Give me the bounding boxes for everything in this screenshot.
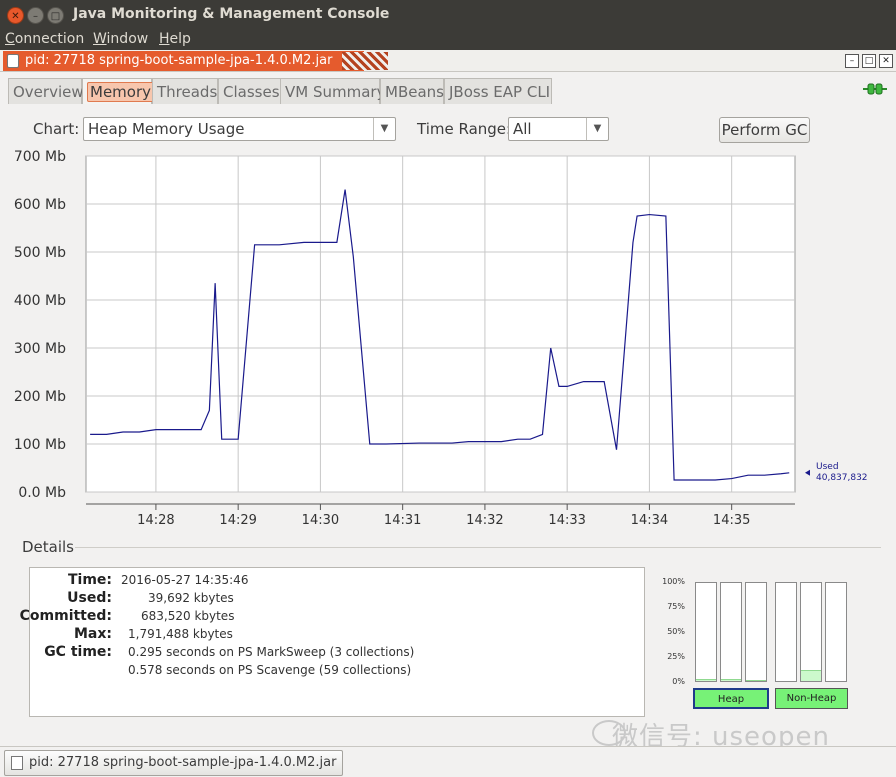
menu-connection[interactable]: Connection [5, 31, 84, 47]
nonheap-pool-bar-1[interactable] [775, 582, 797, 682]
x-tick-label: 14:35 [713, 513, 750, 528]
tab-memory[interactable]: Memory [82, 78, 155, 104]
x-tick-label: 14:34 [631, 513, 668, 528]
details-panel: Time: 2016-05-27 14:35:46 Used: 39,692 k… [20, 567, 645, 717]
x-tick-label: 14:30 [302, 513, 339, 528]
connection-frame-titlebar: pid: 27718 spring-boot-sample-jpa-1.4.0.… [0, 50, 896, 72]
time-range-select[interactable]: All ▼ [508, 117, 609, 141]
x-tick-label: 14:32 [466, 513, 503, 528]
tab-overview[interactable]: Overview [8, 78, 84, 104]
time-range-value: All [513, 120, 532, 138]
legend-series-value: 40,837,832 [816, 473, 868, 483]
pool-fill [801, 670, 821, 681]
chart-select[interactable]: Heap Memory Usage ▼ [83, 117, 396, 141]
menu-bar: Connection Window Help [0, 30, 896, 50]
series-marker [805, 469, 810, 476]
pct-label: 50% [667, 627, 685, 636]
detail-row-committed: Committed: 683,520 kbytes [20, 608, 640, 626]
frame-minimize-button[interactable]: – [845, 54, 859, 68]
detail-label: Committed: [19, 608, 112, 624]
frame-maximize-button[interactable]: □ [862, 54, 876, 68]
y-tick-label: 100 Mb [14, 437, 66, 453]
tab-mbeans[interactable]: MBeans [380, 78, 444, 104]
connection-frame-title: pid: 27718 spring-boot-sample-jpa-1.4.0.… [3, 51, 365, 71]
details-divider [75, 547, 881, 548]
time-range-label: Time Range: [417, 120, 512, 138]
chevron-down-icon: ▼ [586, 118, 608, 140]
perform-gc-button[interactable]: Perform GC [719, 117, 810, 143]
java-file-icon [7, 54, 19, 68]
heap-pool-bar-survivor[interactable] [720, 582, 742, 682]
detail-row-max: Max: 1,791,488 kbytes [30, 626, 640, 644]
detail-value: 683,520 kbytes [141, 609, 235, 623]
nonheap-pool-bar-2[interactable] [800, 582, 822, 682]
tab-vm-summary[interactable]: VM Summary [280, 78, 385, 104]
status-bar: pid: 27718 spring-boot-sample-jpa-1.4.0.… [0, 746, 896, 777]
menu-window[interactable]: Window [93, 31, 148, 47]
detail-value: 39,692 kbytes [148, 591, 234, 605]
chevron-down-icon: ▼ [373, 118, 395, 140]
tab-classes[interactable]: Classes [218, 78, 286, 104]
x-tick-label: 14:31 [384, 513, 421, 528]
pct-label: 100% [662, 577, 685, 586]
frame-close-button[interactable]: ✕ [879, 54, 893, 68]
tab-jboss-eap-cli[interactable]: JBoss EAP CLI [444, 78, 552, 104]
y-tick-label: 500 Mb [14, 245, 66, 261]
window-titlebar: ✕ – □ Java Monitoring & Management Conso… [0, 0, 896, 30]
tab-memory-label: Memory [87, 82, 155, 102]
pct-label: 25% [667, 652, 685, 661]
detail-row-gc-time: GC time: 0.295 seconds on PS MarkSweep (… [30, 644, 640, 662]
heap-pool-bar-old-gen[interactable] [745, 582, 767, 682]
detail-row-used: Used: 39,692 kbytes [30, 590, 640, 608]
detail-row-time: Time: 2016-05-27 14:35:46 [30, 572, 640, 590]
x-tick-label: 14:29 [219, 513, 256, 528]
detail-label: Used: [67, 590, 112, 606]
pool-fill [746, 680, 766, 681]
nonheap-pool-bar-3[interactable] [825, 582, 847, 682]
maximize-window-button[interactable]: □ [47, 7, 64, 24]
detail-value: 1,791,488 kbytes [128, 627, 233, 641]
connection-task-button[interactable]: pid: 27718 spring-boot-sample-jpa-1.4.0.… [4, 750, 344, 776]
x-tick-label: 14:33 [548, 513, 585, 528]
pct-label: 0% [672, 677, 685, 686]
detail-value: 2016-05-27 14:35:46 [121, 573, 249, 587]
x-tick-label: 14:28 [137, 513, 174, 528]
java-file-icon [11, 756, 23, 770]
nonheap-pool-button[interactable]: Non-Heap [775, 688, 848, 709]
close-window-button[interactable]: ✕ [7, 7, 24, 24]
chart-select-value: Heap Memory Usage [88, 120, 245, 138]
menu-help[interactable]: Help [159, 31, 191, 47]
detail-value: 0.578 seconds on PS Scavenge (59 collect… [128, 663, 412, 677]
detail-value: 0.295 seconds on PS MarkSweep (3 collect… [128, 645, 415, 659]
y-tick-label: 700 Mb [14, 149, 66, 165]
y-tick-label: 0.0 Mb [18, 485, 66, 501]
y-tick-label: 300 Mb [14, 341, 66, 357]
legend-series-name: Used [816, 462, 839, 472]
detail-row-gc-time-2: 0.578 seconds on PS Scavenge (59 collect… [30, 662, 640, 680]
detail-label: Time: [67, 572, 112, 588]
y-tick-label: 600 Mb [14, 197, 66, 213]
task-label: pid: 27718 spring-boot-sample-jpa-1.4.0.… [29, 755, 337, 770]
heap-pool-button[interactable]: Heap [693, 688, 769, 709]
window-title: Java Monitoring & Management Console [73, 6, 390, 22]
heap-pool-bar-eden[interactable] [695, 582, 717, 682]
connection-status-icon [863, 83, 887, 95]
y-tick-label: 400 Mb [14, 293, 66, 309]
detail-label: GC time: [44, 644, 112, 660]
minimize-window-button[interactable]: – [27, 7, 44, 24]
pct-label: 75% [667, 602, 685, 611]
tab-threads[interactable]: Threads [152, 78, 218, 104]
detail-label: Max: [73, 626, 112, 642]
heap-memory-chart: 0.0 Mb 100 Mb 200 Mb 300 Mb 400 Mb 500 Mb 600 … [14, 149, 868, 528]
y-tick-label: 200 Mb [14, 389, 66, 405]
pool-fill [721, 679, 741, 681]
memory-pools-chart: 100% 75% 50% 25% 0% Heap Non-Heap [655, 572, 855, 712]
pool-fill [696, 679, 716, 681]
chart-label: Chart: [33, 120, 80, 138]
plot-area [85, 155, 796, 493]
title-grip-decoration [342, 52, 388, 70]
details-title: Details [22, 538, 75, 556]
